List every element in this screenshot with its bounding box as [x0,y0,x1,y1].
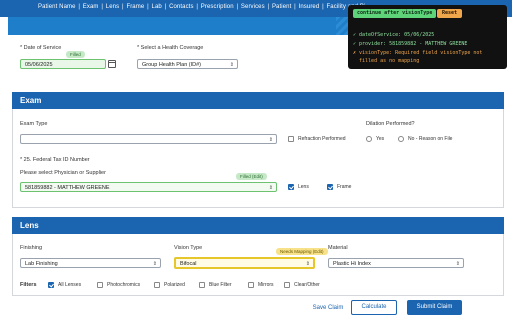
nav-separator: | [147,4,149,10]
chevron-updown-icon: ⇕ [229,62,234,68]
chevron-updown-icon: ⇕ [152,261,157,267]
nav-separator: | [322,4,324,10]
overlay-log-provider: ✓ provider: 581859882 - MATTHEW GREENE [353,41,468,47]
refraction-label: Refraction Performed [298,136,346,142]
finishing-select[interactable]: Lab Finishing ⇕ [20,258,161,268]
nav-separator: | [121,4,124,10]
physician-select[interactable]: 581859882 - MATTHEW GREENE ⇕ [20,182,277,192]
nav-link-patient[interactable]: Patient [272,4,291,10]
reset-button[interactable]: Reset [437,9,463,18]
date-filled-badge: Filled [66,51,85,58]
health-coverage-select[interactable]: Group Health Plan (ID#) ⇕ [137,59,238,69]
filters-label: Filters [20,282,37,288]
overlay-log-date: ✓ dateOfService: 05/06/2025 [353,32,435,38]
nav-link-contacts[interactable]: Contacts [169,4,193,10]
exam-type-select[interactable]: ⇕ [20,134,277,144]
nav-separator: | [101,4,103,10]
finishing-label: Finishing [20,245,43,251]
nav-link-prescription[interactable]: Prescription [201,4,234,10]
date-of-service-label: * Date of Service [20,45,62,51]
physician-label: Please select Physician or Supplier [20,170,106,176]
nav-link-lens[interactable]: Lens [106,4,119,10]
filter-polarized-label: Polarized [164,282,185,288]
material-select[interactable]: Plastic Hi Index ⇕ [328,258,464,268]
date-of-service-input[interactable]: 05/06/2025 [20,59,106,69]
nav-link-lab[interactable]: Lab [152,4,162,10]
vision-type-value: Bifocal [180,261,197,267]
dilation-yes-radio[interactable] [366,136,372,142]
nav-separator: | [267,4,270,10]
federal-tax-label: * 25. Federal Tax ID Number [20,157,90,163]
overlay-log-visiontype-error-cont: filled as no mapping [353,58,420,64]
nav-link-frame[interactable]: Frame [126,4,144,10]
filter-photochromics-checkbox[interactable] [97,282,103,288]
nav-separator: | [196,4,198,10]
lens-section-header: Lens [12,217,504,234]
finishing-value: Lab Finishing [25,261,58,267]
lens-checkbox[interactable] [288,184,294,190]
calendar-icon[interactable] [108,60,116,68]
submit-claim-button[interactable]: Submit Claim [407,300,462,315]
save-claim-button[interactable]: Save Claim [297,302,359,315]
filter-photochromics-label: Photochromics [107,282,141,288]
exam-section-header: Exam [12,92,504,109]
nav-link-patient-name[interactable]: Patient Name [38,4,76,10]
vision-type-select[interactable]: Bifocal ⇕ [174,257,315,269]
chevron-updown-icon: ⇕ [268,137,273,143]
chevron-updown-icon: ⇕ [268,185,273,191]
nav-link-insured[interactable]: Insured [299,4,320,10]
lens-checkbox-label: Lens [298,184,309,190]
material-label: Material [328,245,348,251]
nav-link-exam[interactable]: Exam [83,4,99,10]
physician-value: 581859882 - MATTHEW GREENE [25,185,110,191]
nav-link-services[interactable]: Services [241,4,265,10]
health-coverage-label: * Select a Health Coverage [137,45,204,51]
nav-separator: | [164,4,167,10]
automation-overlay: continue after visionType Reset ✓ dateOf… [348,5,507,69]
filter-blue-filter-checkbox[interactable] [199,282,205,288]
vision-type-label: Vision Type [174,245,203,251]
refraction-checkbox[interactable] [288,136,294,142]
filter-polarized-checkbox[interactable] [154,282,160,288]
dilation-yes-label: Yes [376,136,385,142]
filter-all-lenses-checkbox[interactable] [48,282,54,288]
filter-clear-other-label: Clear/Other [294,282,320,288]
vision-needs-mapping-badge: Needs Mapping (Edit) [276,248,328,255]
overlay-log-visiontype-error: ✗ visionType: Required field visionType … [353,50,483,56]
dilation-no-label: No - Reason on File [408,136,453,142]
material-value: Plastic Hi Index [333,261,371,267]
frame-checkbox-label: Frame [337,184,352,190]
health-coverage-value: Group Health Plan (ID#) [142,62,201,68]
exam-type-label: Exam Type [20,121,48,127]
physician-filled-badge: Filled (Edit) [236,173,267,180]
dilation-no-radio[interactable] [398,136,404,142]
nav-separator: | [78,4,81,10]
filter-blue-filter-label: Blue Filter [209,282,232,288]
filter-mirrors-label: Mirrors [258,282,274,288]
frame-checkbox[interactable] [327,184,333,190]
nav-links: Patient Name | Exam | Lens | Frame | Lab… [38,4,366,10]
continue-after-visiontype-button[interactable]: continue after visionType [353,9,437,18]
nav-separator: | [294,4,296,10]
calculate-button[interactable]: Calculate [351,300,397,315]
chevron-updown-icon: ⇕ [455,261,460,267]
filter-all-lenses-label: All Lenses [58,282,82,288]
dilation-label: Dilation Performed? [366,121,415,127]
chevron-updown-icon: ⇕ [305,261,310,267]
filter-mirrors-checkbox[interactable] [248,282,254,288]
nav-separator: | [236,4,239,10]
filter-clear-other-checkbox[interactable] [284,282,290,288]
